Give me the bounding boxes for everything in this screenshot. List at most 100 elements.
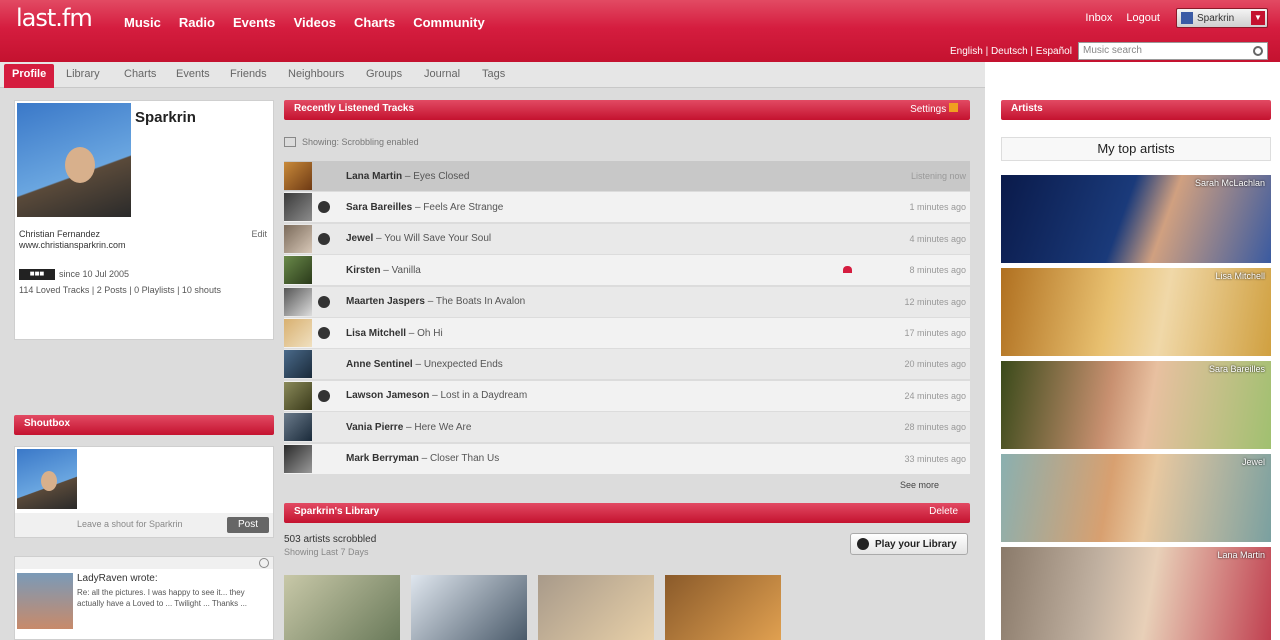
track-artist[interactable]: Kirsten (346, 265, 380, 276)
track-name[interactable]: Lawson Jameson – Lost in a Daydream (346, 390, 527, 401)
lastfm-logo[interactable]: last.fm (16, 4, 93, 32)
track-name[interactable]: Anne Sentinel – Unexpected Ends (346, 359, 503, 370)
play-track-icon[interactable] (318, 201, 330, 214)
library-artist-image[interactable] (665, 575, 781, 640)
track-artist-thumb[interactable] (284, 256, 312, 285)
track-artist-thumb[interactable] (284, 319, 312, 347)
nav-music[interactable]: Music (124, 15, 161, 30)
track-title[interactable]: Eyes Closed (413, 171, 469, 182)
track-name[interactable]: Mark Berryman – Closer Than Us (346, 453, 499, 464)
track-name[interactable]: Sara Bareilles – Feels Are Strange (346, 202, 503, 213)
commenter-avatar[interactable] (17, 573, 73, 629)
track-artist[interactable]: Lana Martin (346, 171, 402, 182)
play-track-icon[interactable] (318, 295, 330, 308)
play-library-button[interactable]: Play your Library (850, 533, 968, 555)
top-artist-image[interactable]: Lisa Mitchell (1001, 268, 1271, 356)
track-row[interactable]: Vania Pierre – Here We Are 28 minutes ago (284, 412, 970, 443)
track-timestamp: 12 minutes ago (904, 296, 966, 307)
track-title[interactable]: Here We Are (414, 422, 471, 433)
tab-neighbours[interactable]: Neighbours (288, 68, 344, 80)
track-title[interactable]: Closer Than Us (430, 453, 499, 464)
track-artist[interactable]: Mark Berryman (346, 453, 419, 464)
tab-library[interactable]: Library (66, 68, 100, 80)
track-row[interactable]: Maarten Jaspers – The Boats In Avalon 12 … (284, 286, 970, 317)
nav-charts[interactable]: Charts (354, 15, 395, 30)
track-artist[interactable]: Jewel (346, 233, 373, 244)
track-title[interactable]: Lost in a Daydream (440, 390, 527, 401)
track-artist-thumb[interactable] (284, 287, 312, 316)
post-shout-button[interactable]: Post (227, 517, 269, 533)
track-artist-thumb[interactable] (284, 193, 312, 222)
track-artist[interactable]: Sara Bareilles (346, 202, 412, 213)
nav-videos[interactable]: Videos (294, 15, 336, 30)
track-title[interactable]: Vanilla (392, 265, 421, 276)
track-artist[interactable]: Anne Sentinel (346, 359, 413, 370)
search-icon[interactable] (1253, 46, 1263, 56)
track-title[interactable]: Unexpected Ends (424, 359, 503, 370)
library-artist-image[interactable] (538, 575, 654, 640)
profile-avatar[interactable] (17, 103, 131, 217)
search-input[interactable]: Music search (1078, 42, 1268, 60)
track-artist-thumb[interactable] (284, 350, 312, 379)
track-title[interactable]: You Will Save Your Soul (384, 233, 491, 244)
tab-journal[interactable]: Journal (424, 68, 460, 80)
track-name[interactable]: Jewel – You Will Save Your Soul (346, 233, 491, 244)
tab-events[interactable]: Events (176, 68, 210, 80)
track-artist-thumb[interactable] (284, 381, 312, 410)
top-artist-image[interactable]: Sara Bareilles (1001, 361, 1271, 449)
settings-link[interactable]: Settings (910, 103, 958, 115)
track-name[interactable]: Kirsten – Vanilla (346, 265, 421, 276)
play-track-icon[interactable] (318, 327, 330, 339)
track-row[interactable]: Lawson Jameson – Lost in a Daydream 24 mi… (284, 380, 970, 411)
user-menu-button[interactable]: Sparkrin ▼ (1176, 8, 1268, 28)
play-track-icon[interactable] (318, 232, 330, 245)
top-artist-image[interactable]: Jewel (1001, 454, 1271, 542)
track-artist[interactable]: Vania Pierre (346, 422, 403, 433)
track-artist-thumb[interactable] (284, 224, 312, 253)
track-row[interactable]: Anne Sentinel – Unexpected Ends 20 minute… (284, 349, 970, 380)
track-title[interactable]: Oh Hi (417, 328, 443, 339)
track-artist-thumb[interactable] (284, 162, 312, 190)
track-artist[interactable]: Lisa Mitchell (346, 328, 406, 339)
commenter-name[interactable]: LadyRaven wrote: (77, 573, 158, 584)
library-artist-image[interactable] (411, 575, 527, 640)
tab-tags[interactable]: Tags (482, 68, 505, 80)
shout-textarea[interactable] (79, 449, 271, 509)
track-artist-thumb[interactable] (284, 413, 312, 442)
track-artist[interactable]: Lawson Jameson (346, 390, 429, 401)
track-name[interactable]: Vania Pierre – Here We Are (346, 422, 471, 433)
see-more-link[interactable]: See more (900, 480, 939, 490)
top-artist-image[interactable]: Sarah McLachlan (1001, 175, 1271, 263)
close-icon[interactable] (259, 558, 269, 568)
track-name[interactable]: Lana Martin – Eyes Closed (346, 171, 469, 182)
track-artist-thumb[interactable] (284, 444, 312, 473)
track-row[interactable]: Lana Martin – Eyes Closed Listening now (284, 161, 970, 191)
language-links[interactable]: English | Deutsch | Español (950, 46, 1072, 57)
tab-groups[interactable]: Groups (366, 68, 402, 80)
profile-website[interactable]: www.christiansparkrin.com (19, 240, 126, 250)
tab-charts[interactable]: Charts (124, 68, 156, 80)
track-row[interactable]: Lisa Mitchell – Oh Hi 17 minutes ago (284, 318, 970, 348)
track-row[interactable]: Sara Bareilles – Feels Are Strange 1 minu… (284, 192, 970, 223)
inbox-link[interactable]: Inbox (1085, 12, 1112, 24)
edit-profile-link[interactable]: Edit (251, 229, 267, 239)
nav-events[interactable]: Events (233, 15, 276, 30)
track-row[interactable]: Kirsten – Vanilla 8 minutes ago (284, 255, 970, 286)
track-row[interactable]: Jewel – You Will Save Your Soul 4 minutes… (284, 223, 970, 254)
nav-community[interactable]: Community (413, 15, 485, 30)
chevron-down-icon[interactable]: ▼ (1251, 11, 1265, 25)
track-name[interactable]: Maarten Jaspers – The Boats In Avalon (346, 296, 525, 307)
track-title[interactable]: Feels Are Strange (423, 202, 503, 213)
logout-link[interactable]: Logout (1126, 12, 1160, 24)
track-row[interactable]: Mark Berryman – Closer Than Us 33 minutes… (284, 443, 970, 474)
play-track-icon[interactable] (318, 389, 330, 402)
tab-friends[interactable]: Friends (230, 68, 267, 80)
library-delete-link[interactable]: Delete (929, 506, 958, 517)
track-title[interactable]: The Boats In Avalon (436, 296, 525, 307)
tab-profile[interactable]: Profile (4, 64, 55, 88)
top-artist-image[interactable]: Lana Martin (1001, 547, 1271, 640)
track-artist[interactable]: Maarten Jaspers (346, 296, 425, 307)
library-artist-image[interactable] (284, 575, 400, 640)
track-name[interactable]: Lisa Mitchell – Oh Hi (346, 328, 443, 339)
nav-radio[interactable]: Radio (179, 15, 215, 30)
